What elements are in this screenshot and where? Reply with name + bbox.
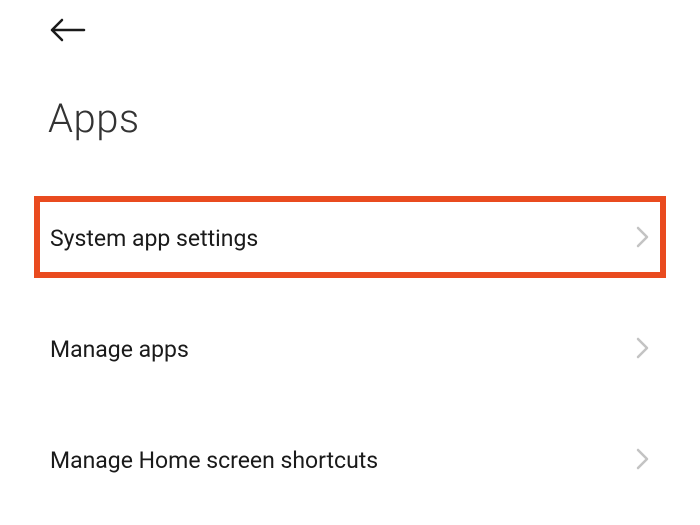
settings-item-label: System app settings <box>50 225 258 252</box>
settings-item-system-app-settings[interactable]: System app settings <box>0 200 700 277</box>
settings-item-label: Manage Home screen shortcuts <box>50 447 378 474</box>
page-title: Apps <box>48 95 140 142</box>
settings-item-manage-apps[interactable]: Manage apps <box>0 311 700 388</box>
settings-item-manage-home-screen-shortcuts[interactable]: Manage Home screen shortcuts <box>0 422 700 499</box>
chevron-right-icon <box>636 225 650 253</box>
chevron-right-icon <box>636 336 650 364</box>
settings-list: System app settings Manage apps Manage H… <box>0 200 700 499</box>
chevron-right-icon <box>636 447 650 475</box>
settings-item-label: Manage apps <box>50 336 189 363</box>
back-arrow-icon <box>50 18 86 42</box>
back-button[interactable] <box>50 18 86 42</box>
